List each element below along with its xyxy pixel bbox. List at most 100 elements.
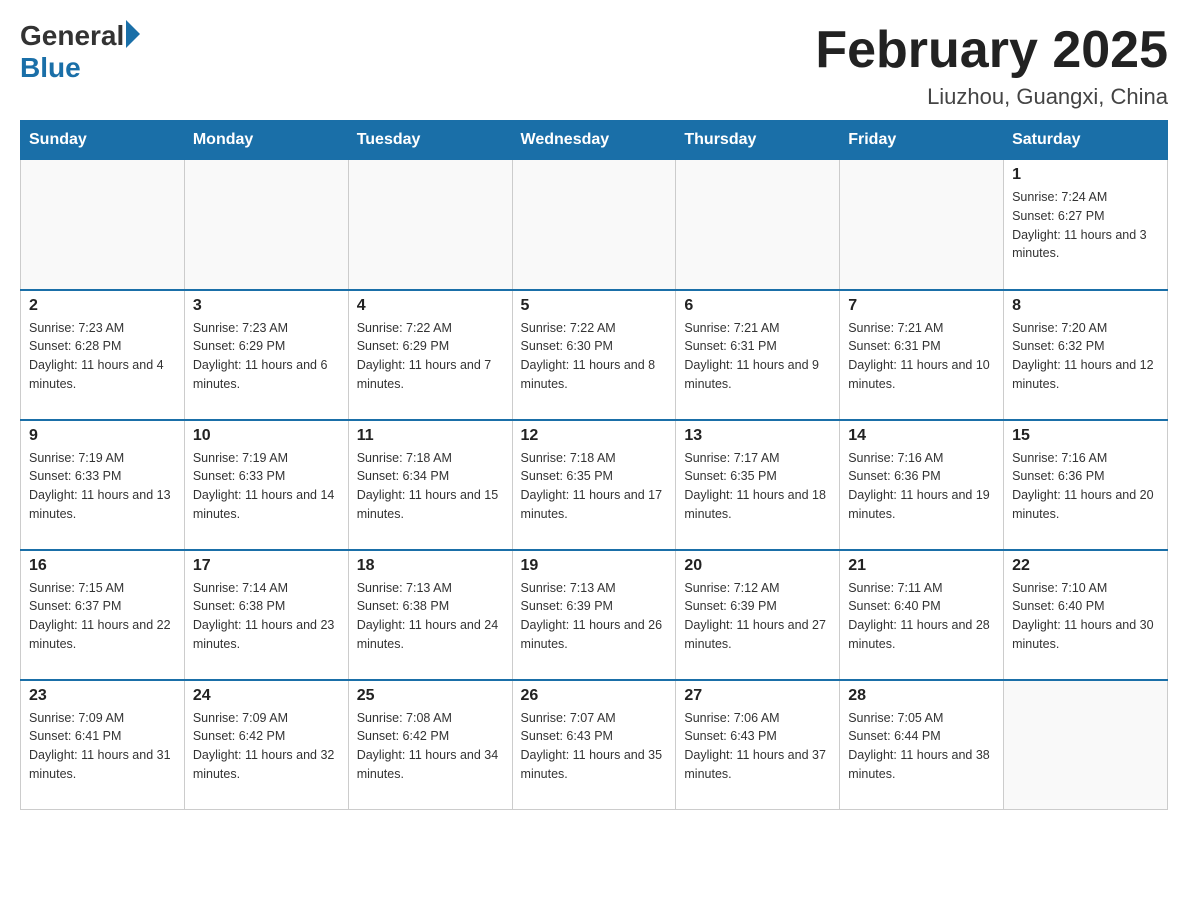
calendar-cell — [676, 160, 840, 290]
day-info: Sunrise: 7:09 AMSunset: 6:41 PMDaylight:… — [29, 709, 176, 784]
calendar-cell: 3Sunrise: 7:23 AMSunset: 6:29 PMDaylight… — [184, 290, 348, 420]
day-info: Sunrise: 7:16 AMSunset: 6:36 PMDaylight:… — [1012, 449, 1159, 524]
day-info: Sunrise: 7:19 AMSunset: 6:33 PMDaylight:… — [193, 449, 340, 524]
day-number: 6 — [684, 297, 831, 315]
calendar-cell: 15 Sunrise: 7:16 AMSunset: 6:36 PMDayligh… — [1004, 420, 1168, 550]
calendar-cell: 16Sunrise: 7:15 AMSunset: 6:37 PMDayligh… — [21, 550, 185, 680]
calendar-cell: 18 Sunrise: 7:13 AMSunset: 6:38 PMDayligh… — [348, 550, 512, 680]
logo-arrow-icon — [126, 20, 140, 48]
day-info: Sunrise: 7:15 AMSunset: 6:37 PMDaylight:… — [29, 579, 176, 654]
calendar-cell: 2 Sunrise: 7:23 AMSunset: 6:28 PMDaylight… — [21, 290, 185, 420]
day-number: 4 — [357, 297, 504, 315]
day-info: Sunrise: 7:21 AMSunset: 6:31 PMDaylight:… — [684, 319, 831, 394]
weekday-header-row: Sunday Monday Tuesday Wednesday Thursday… — [21, 121, 1168, 160]
day-number: 2 — [29, 297, 176, 315]
day-number: 19 — [521, 557, 668, 575]
day-info: Sunrise: 7:13 AMSunset: 6:39 PMDaylight:… — [521, 579, 668, 654]
day-number: 8 — [1012, 297, 1159, 315]
calendar-row-2: 9 Sunrise: 7:19 AMSunset: 6:33 PMDaylight… — [21, 420, 1168, 550]
day-number: 12 — [521, 427, 668, 445]
calendar-cell: 24Sunrise: 7:09 AMSunset: 6:42 PMDayligh… — [184, 680, 348, 810]
calendar-cell: 27 Sunrise: 7:06 AMSunset: 6:43 PMDayligh… — [676, 680, 840, 810]
calendar-cell: 14Sunrise: 7:16 AMSunset: 6:36 PMDayligh… — [840, 420, 1004, 550]
header-friday: Friday — [840, 121, 1004, 160]
calendar-row-4: 23 Sunrise: 7:09 AMSunset: 6:41 PMDayligh… — [21, 680, 1168, 810]
calendar-cell: 6 Sunrise: 7:21 AMSunset: 6:31 PMDaylight… — [676, 290, 840, 420]
day-number: 9 — [29, 427, 176, 445]
day-number: 18 — [357, 557, 504, 575]
header-saturday: Saturday — [1004, 121, 1168, 160]
calendar-cell: 8Sunrise: 7:20 AMSunset: 6:32 PMDaylight… — [1004, 290, 1168, 420]
day-info: Sunrise: 7:14 AMSunset: 6:38 PMDaylight:… — [193, 579, 340, 654]
calendar-cell — [1004, 680, 1168, 810]
calendar-cell: 20 Sunrise: 7:12 AMSunset: 6:39 PMDayligh… — [676, 550, 840, 680]
day-info: Sunrise: 7:24 AMSunset: 6:27 PMDaylight:… — [1012, 188, 1159, 263]
day-info: Sunrise: 7:13 AMSunset: 6:38 PMDaylight:… — [357, 579, 504, 654]
day-number: 13 — [684, 427, 831, 445]
calendar-cell: 26 Sunrise: 7:07 AMSunset: 6:43 PMDayligh… — [512, 680, 676, 810]
calendar-subtitle: Liuzhou, Guangxi, China — [815, 84, 1168, 110]
calendar-cell: 17 Sunrise: 7:14 AMSunset: 6:38 PMDayligh… — [184, 550, 348, 680]
day-number: 22 — [1012, 557, 1159, 575]
calendar-cell: 5Sunrise: 7:22 AMSunset: 6:30 PMDaylight… — [512, 290, 676, 420]
logo-blue-text: Blue — [20, 52, 81, 84]
calendar-cell: 1 Sunrise: 7:24 AMSunset: 6:27 PMDaylight… — [1004, 160, 1168, 290]
day-info: Sunrise: 7:10 AMSunset: 6:40 PMDaylight:… — [1012, 579, 1159, 654]
header-thursday: Thursday — [676, 121, 840, 160]
calendar-row-1: 2 Sunrise: 7:23 AMSunset: 6:28 PMDaylight… — [21, 290, 1168, 420]
day-info: Sunrise: 7:07 AMSunset: 6:43 PMDaylight:… — [521, 709, 668, 784]
header-wednesday: Wednesday — [512, 121, 676, 160]
logo-text: General — [20, 20, 140, 52]
day-info: Sunrise: 7:09 AMSunset: 6:42 PMDaylight:… — [193, 709, 340, 784]
day-number: 17 — [193, 557, 340, 575]
day-info: Sunrise: 7:18 AMSunset: 6:35 PMDaylight:… — [521, 449, 668, 524]
calendar-cell: 21 Sunrise: 7:11 AMSunset: 6:40 PMDayligh… — [840, 550, 1004, 680]
day-number: 1 — [1012, 166, 1159, 184]
calendar-cell — [184, 160, 348, 290]
day-number: 20 — [684, 557, 831, 575]
day-number: 10 — [193, 427, 340, 445]
calendar-cell — [512, 160, 676, 290]
day-info: Sunrise: 7:08 AMSunset: 6:42 PMDaylight:… — [357, 709, 504, 784]
calendar-table: Sunday Monday Tuesday Wednesday Thursday… — [20, 120, 1168, 810]
calendar-cell: 13Sunrise: 7:17 AMSunset: 6:35 PMDayligh… — [676, 420, 840, 550]
day-number: 25 — [357, 687, 504, 705]
day-info: Sunrise: 7:16 AMSunset: 6:36 PMDaylight:… — [848, 449, 995, 524]
calendar-cell: 19 Sunrise: 7:13 AMSunset: 6:39 PMDayligh… — [512, 550, 676, 680]
calendar-cell: 7 Sunrise: 7:21 AMSunset: 6:31 PMDaylight… — [840, 290, 1004, 420]
calendar-title: February 2025 — [815, 20, 1168, 80]
calendar-cell — [348, 160, 512, 290]
calendar-cell: 22 Sunrise: 7:10 AMSunset: 6:40 PMDayligh… — [1004, 550, 1168, 680]
day-info: Sunrise: 7:19 AMSunset: 6:33 PMDaylight:… — [29, 449, 176, 524]
calendar-cell: 23 Sunrise: 7:09 AMSunset: 6:41 PMDayligh… — [21, 680, 185, 810]
day-number: 7 — [848, 297, 995, 315]
header-monday: Monday — [184, 121, 348, 160]
day-info: Sunrise: 7:21 AMSunset: 6:31 PMDaylight:… — [848, 319, 995, 394]
day-info: Sunrise: 7:23 AMSunset: 6:29 PMDaylight:… — [193, 319, 340, 394]
day-info: Sunrise: 7:23 AMSunset: 6:28 PMDaylight:… — [29, 319, 176, 394]
calendar-cell: 10 Sunrise: 7:19 AMSunset: 6:33 PMDayligh… — [184, 420, 348, 550]
calendar-cell: 25 Sunrise: 7:08 AMSunset: 6:42 PMDayligh… — [348, 680, 512, 810]
logo: General Blue — [20, 20, 140, 84]
day-number: 21 — [848, 557, 995, 575]
day-number: 23 — [29, 687, 176, 705]
day-number: 27 — [684, 687, 831, 705]
calendar-cell: 11Sunrise: 7:18 AMSunset: 6:34 PMDayligh… — [348, 420, 512, 550]
page-header: General Blue February 2025 Liuzhou, Guan… — [20, 20, 1168, 110]
title-section: February 2025 Liuzhou, Guangxi, China — [815, 20, 1168, 110]
header-tuesday: Tuesday — [348, 121, 512, 160]
calendar-cell: 9 Sunrise: 7:19 AMSunset: 6:33 PMDaylight… — [21, 420, 185, 550]
day-info: Sunrise: 7:22 AMSunset: 6:29 PMDaylight:… — [357, 319, 504, 394]
calendar-cell — [21, 160, 185, 290]
day-number: 5 — [521, 297, 668, 315]
day-info: Sunrise: 7:06 AMSunset: 6:43 PMDaylight:… — [684, 709, 831, 784]
calendar-cell: 4 Sunrise: 7:22 AMSunset: 6:29 PMDaylight… — [348, 290, 512, 420]
day-info: Sunrise: 7:12 AMSunset: 6:39 PMDaylight:… — [684, 579, 831, 654]
calendar-row-0: 1 Sunrise: 7:24 AMSunset: 6:27 PMDaylight… — [21, 160, 1168, 290]
day-number: 11 — [357, 427, 504, 445]
calendar-cell — [840, 160, 1004, 290]
day-number: 15 — [1012, 427, 1159, 445]
header-sunday: Sunday — [21, 121, 185, 160]
day-info: Sunrise: 7:11 AMSunset: 6:40 PMDaylight:… — [848, 579, 995, 654]
day-number: 26 — [521, 687, 668, 705]
